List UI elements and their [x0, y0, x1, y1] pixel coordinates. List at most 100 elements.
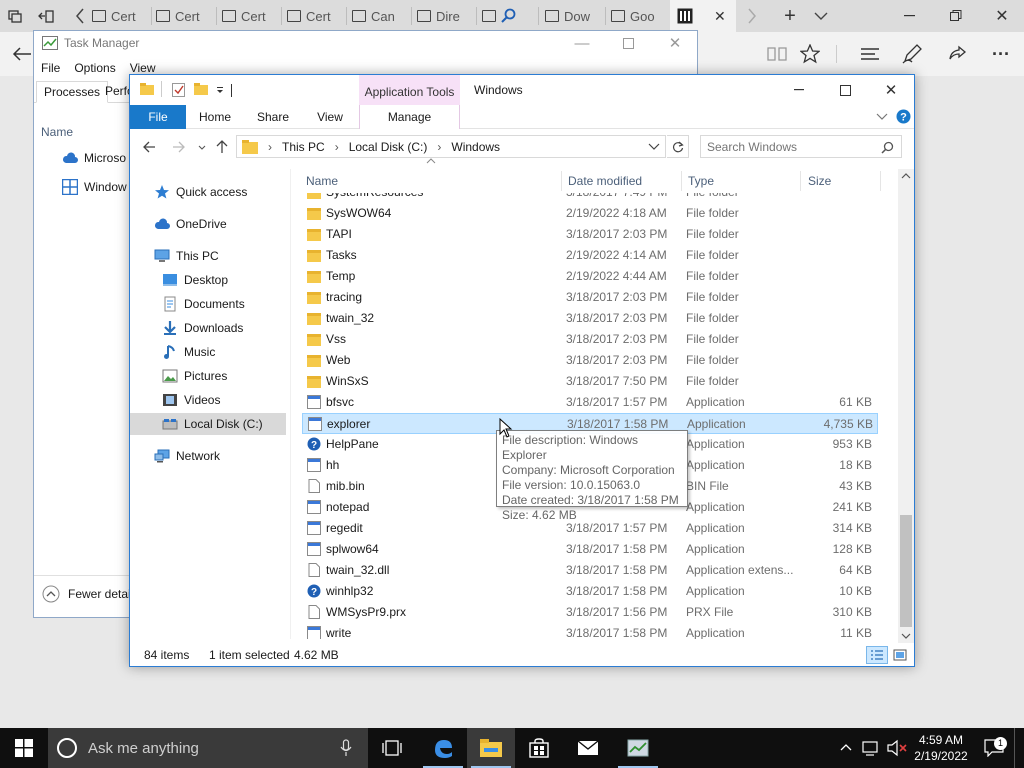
tab-overview-icon[interactable] — [6, 8, 24, 24]
taskbar-edge[interactable] — [419, 728, 467, 768]
breadcrumb-local-disk[interactable]: Local Disk (C:) — [349, 140, 428, 154]
search-input[interactable] — [707, 138, 877, 155]
file-row[interactable]: WMSysPr9.prx 3/18/2017 1:56 PM PRX File 310… — [302, 602, 878, 623]
new-folder-icon[interactable] — [194, 83, 208, 95]
up-arrow-icon[interactable] — [216, 139, 228, 154]
file-row[interactable]: Temp 2/19/2022 4:44 AM File folder — [302, 266, 878, 287]
large-icons-view-button[interactable] — [890, 646, 910, 664]
tab-file[interactable]: File — [130, 105, 186, 129]
reading-view-icon[interactable] — [764, 43, 790, 65]
cortana-search-bar[interactable]: Ask me anything — [48, 728, 368, 768]
search-box[interactable] — [700, 135, 902, 158]
properties-check-icon[interactable] — [172, 83, 186, 97]
refresh-button[interactable] — [667, 135, 689, 158]
web-note-pen-icon[interactable] — [899, 42, 925, 66]
expand-ribbon-chevron-icon[interactable] — [876, 113, 888, 121]
menu-view[interactable]: View — [130, 61, 156, 75]
file-row[interactable]: write 3/18/2017 1:58 PM Application 11 KB — [302, 623, 878, 639]
tm-close-icon[interactable]: ✕ — [665, 33, 685, 53]
file-row[interactable]: WinSxS 3/18/2017 7:50 PM File folder — [302, 371, 878, 392]
file-row[interactable]: SystemResources 3/18/2017 7:49 PMFile fol… — [302, 193, 878, 203]
share-icon[interactable] — [944, 42, 970, 66]
browser-tab[interactable]: Cert — [156, 3, 212, 29]
explorer-maximize-icon[interactable] — [832, 79, 858, 101]
nav-music[interactable]: Music — [162, 341, 215, 363]
tm-minimize-icon[interactable]: — — [572, 33, 592, 53]
column-header-date[interactable]: Date modified — [562, 169, 682, 193]
breadcrumb-this-pc[interactable]: This PC — [282, 140, 325, 154]
file-row[interactable]: Vss 3/18/2017 2:03 PM File folder — [302, 329, 878, 350]
file-row[interactable]: ? winhlp32 3/18/2017 1:58 PM Application 10 … — [302, 581, 878, 602]
fewer-details-button[interactable]: Fewer detai — [42, 585, 131, 603]
file-row[interactable]: tracing 3/18/2017 2:03 PM File folder — [302, 287, 878, 308]
explorer-titlebar[interactable]: Application Tools Windows ✕ — [130, 75, 914, 105]
start-button[interactable] — [0, 728, 48, 768]
browser-tab[interactable]: Cert — [287, 3, 343, 29]
breadcrumb-windows[interactable]: Windows — [451, 140, 500, 154]
browser-tab[interactable]: Goo — [611, 3, 667, 29]
tab-home[interactable]: Home — [188, 105, 242, 129]
tab-preview-chevron-icon[interactable] — [812, 6, 830, 26]
task-view-button[interactable] — [368, 728, 416, 768]
restore-icon[interactable] — [944, 6, 968, 26]
address-bar[interactable]: › This PC › Local Disk (C:) › Windows — [236, 135, 666, 158]
scroll-down-icon[interactable] — [901, 633, 911, 639]
recent-locations-icon[interactable] — [198, 145, 206, 150]
details-view-button[interactable] — [866, 646, 888, 664]
nav-this-pc[interactable]: This PC — [154, 245, 219, 267]
browser-tab[interactable]: Can — [352, 3, 408, 29]
new-tab-icon[interactable]: + — [780, 5, 800, 27]
help-icon[interactable]: ? — [896, 109, 911, 124]
taskbar-store[interactable] — [515, 728, 563, 768]
browser-tab-active[interactable]: ✕ — [670, 0, 736, 32]
show-hidden-icons-chevron-icon[interactable] — [840, 743, 852, 751]
back-icon[interactable] — [142, 141, 156, 153]
file-row[interactable]: TAPI 3/18/2017 2:03 PM File folder — [302, 224, 878, 245]
file-row[interactable]: twain_32 3/18/2017 2:03 PM File folder — [302, 308, 878, 329]
show-desktop-button[interactable] — [1014, 728, 1015, 768]
taskbar-file-explorer[interactable] — [467, 728, 515, 768]
scroll-up-icon[interactable] — [901, 173, 911, 179]
address-dropdown-icon[interactable] — [648, 143, 660, 151]
nav-desktop[interactable]: Desktop — [162, 269, 228, 291]
taskbar-clock[interactable]: 4:59 AM 2/19/2022 — [912, 732, 970, 764]
tab-manage[interactable]: Manage — [359, 105, 460, 129]
minimize-icon[interactable] — [898, 6, 922, 26]
microphone-icon[interactable] — [340, 739, 352, 757]
qat-dropdown-icon[interactable] — [216, 87, 224, 95]
more-actions-icon[interactable]: ··· — [988, 42, 1014, 66]
close-window-icon[interactable]: ✕ — [990, 6, 1014, 26]
file-explorer-window[interactable]: Application Tools Windows ✕ File Home Sh… — [129, 74, 915, 667]
file-row[interactable]: twain_32.dll 3/18/2017 1:58 PM Application… — [302, 560, 878, 581]
nav-videos[interactable]: Videos — [162, 389, 220, 411]
network-tray-icon[interactable] — [862, 739, 880, 757]
tm-process-row[interactable]: Window — [62, 179, 127, 195]
explorer-close-icon[interactable]: ✕ — [878, 79, 904, 101]
task-manager-titlebar[interactable]: Task Manager — ✕ — [34, 31, 697, 55]
nav-onedrive[interactable]: OneDrive — [154, 213, 227, 235]
browser-tab[interactable]: Cert — [222, 3, 278, 29]
volume-muted-icon[interactable] — [886, 739, 908, 757]
column-header-name[interactable]: Name — [300, 169, 558, 193]
tab-share[interactable]: Share — [246, 105, 300, 129]
hub-icon[interactable] — [857, 43, 883, 65]
favorite-star-icon[interactable] — [797, 42, 823, 66]
file-row[interactable]: Tasks 2/19/2022 4:14 AM File folder — [302, 245, 878, 266]
nav-local-disk[interactable]: Local Disk (C:) — [130, 413, 286, 435]
browser-tab[interactable] — [482, 3, 532, 29]
column-header-size[interactable]: Size — [802, 169, 878, 193]
explorer-minimize-icon[interactable] — [786, 79, 812, 101]
nav-network[interactable]: Network — [154, 445, 220, 467]
nav-downloads[interactable]: Downloads — [162, 317, 243, 339]
file-row[interactable]: splwow64 3/18/2017 1:58 PM Application 128 … — [302, 539, 878, 560]
file-row[interactable]: bfsvc 3/18/2017 1:57 PM Application 61 KB — [302, 392, 878, 413]
scrollbar-thumb[interactable] — [900, 515, 912, 627]
tab-view[interactable]: View — [303, 105, 357, 129]
menu-options[interactable]: Options — [74, 61, 115, 75]
tm-column-name[interactable]: Name — [41, 125, 73, 139]
nav-quick-access[interactable]: Quick access — [154, 181, 247, 203]
browser-tab[interactable]: Dow — [545, 3, 601, 29]
set-aside-tabs-icon[interactable] — [36, 8, 56, 24]
vertical-scrollbar[interactable] — [898, 169, 914, 643]
nav-documents[interactable]: Documents — [162, 293, 245, 315]
